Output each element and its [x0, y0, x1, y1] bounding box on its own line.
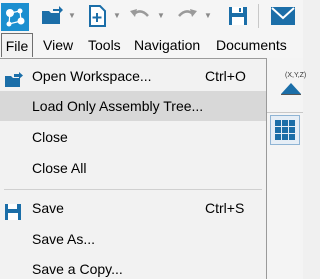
- menu-item-load-assembly-tree[interactable]: Load Only Assembly Tree...: [0, 91, 266, 121]
- menu-item-open-workspace[interactable]: Open Workspace... Ctrl+O: [0, 61, 266, 91]
- menu-file[interactable]: File: [1, 33, 33, 57]
- menu-item-label: Save: [32, 200, 64, 216]
- triangle-tool-icon[interactable]: [281, 82, 301, 100]
- menu-item-save-as[interactable]: Save As...: [0, 224, 266, 254]
- undo-dropdown-icon[interactable]: ▼: [157, 11, 165, 20]
- save-icon[interactable]: [226, 3, 250, 29]
- open-dropdown-icon[interactable]: ▼: [68, 11, 76, 20]
- menu-item-label: Close: [32, 129, 68, 145]
- quick-access-toolbar: ▼ ▼ ▼ ▼: [0, 0, 303, 33]
- menu-item-save[interactable]: Save Ctrl+S: [0, 193, 266, 223]
- ribbon-divider: [267, 112, 303, 113]
- toolbar-separator: [258, 4, 259, 28]
- open-workspace-icon: [5, 68, 23, 87]
- menu-documents[interactable]: Documents: [216, 33, 287, 58]
- menu-navigation[interactable]: Navigation: [134, 33, 200, 58]
- undo-icon[interactable]: [128, 3, 152, 29]
- file-menu-dropdown: Open Workspace... Ctrl+O Load Only Assem…: [0, 58, 267, 279]
- menu-item-label: Close All: [32, 160, 87, 176]
- menu-item-label: Open Workspace...: [32, 68, 152, 84]
- menu-item-label: Save a Copy...: [32, 261, 123, 277]
- menu-tools[interactable]: Tools: [88, 33, 121, 58]
- ribbon-panel: (X,Y,Z): [267, 58, 307, 279]
- grid-view-icon[interactable]: [270, 115, 300, 145]
- menu-item-label: Load Only Assembly Tree...: [32, 98, 204, 114]
- menu-item-save-copy[interactable]: Save a Copy...: [0, 254, 266, 279]
- new-dropdown-icon[interactable]: ▼: [113, 11, 121, 20]
- coordinate-label: (X,Y,Z): [285, 72, 307, 79]
- app-logo-icon[interactable]: [0, 0, 30, 33]
- menu-view[interactable]: View: [43, 33, 73, 58]
- new-icon[interactable]: [86, 3, 108, 29]
- open-workspace-icon[interactable]: [40, 3, 64, 29]
- app-window: ▼ ▼ ▼ ▼ File View Tools Navigation Docum…: [0, 0, 307, 279]
- menu-item-close[interactable]: Close: [0, 122, 266, 152]
- redo-dropdown-icon[interactable]: ▼: [204, 11, 212, 20]
- menu-item-close-all[interactable]: Close All: [0, 153, 266, 183]
- menu-item-label: Save As...: [32, 231, 96, 247]
- menu-item-shortcut: Ctrl+O: [205, 68, 246, 84]
- save-icon: [5, 200, 21, 220]
- menu-bar: File View Tools Navigation Documents: [0, 33, 303, 58]
- redo-icon[interactable]: [175, 3, 199, 29]
- menu-separator: [4, 189, 262, 190]
- mail-icon[interactable]: [268, 3, 298, 29]
- menu-item-shortcut: Ctrl+S: [205, 200, 245, 216]
